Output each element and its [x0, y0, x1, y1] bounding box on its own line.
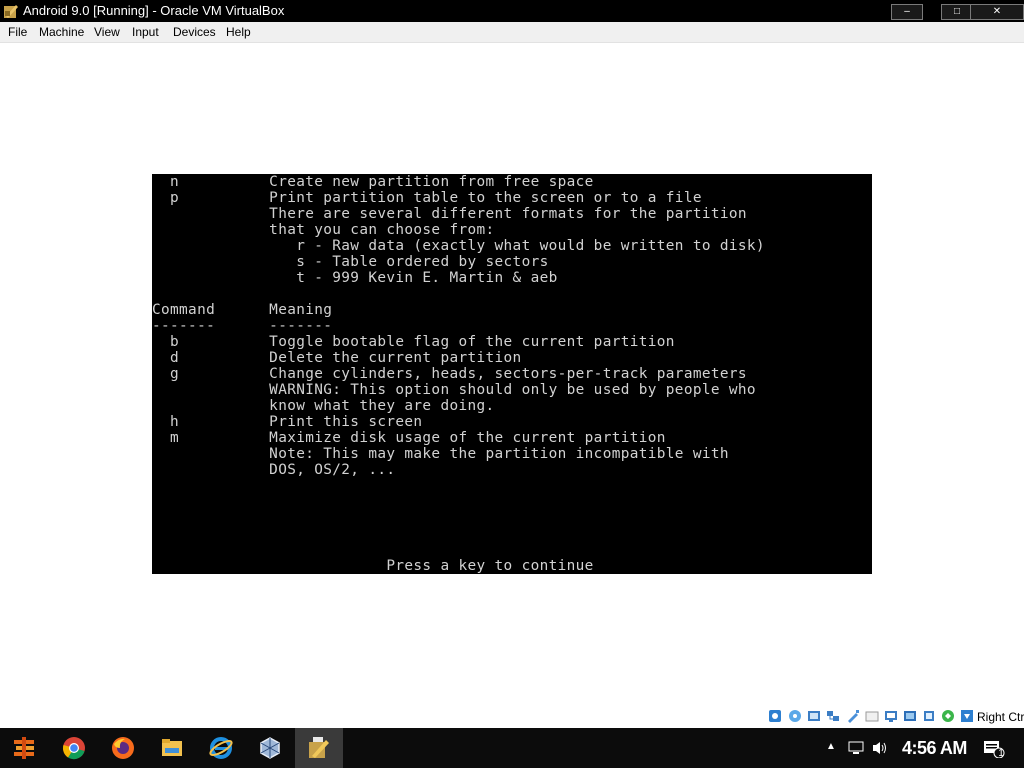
taskbar-virtualbox[interactable]: [246, 728, 294, 768]
shared-folders-icon[interactable]: [865, 709, 879, 723]
console-line: DOS, OS/2, ...: [152, 462, 396, 478]
volume-icon[interactable]: [871, 740, 889, 756]
taskbar-internet-explorer[interactable]: [197, 728, 245, 768]
network-tray-icon[interactable]: [848, 741, 864, 755]
console-line: r - Raw data (exactly what would be writ…: [152, 238, 765, 254]
menu-bar: File Machine View Input Devices Help: [0, 22, 1024, 43]
console-line: n Create new partition from free space: [152, 174, 594, 190]
virtualbox-vm-icon: [309, 737, 329, 758]
hard-disk-icon[interactable]: [768, 709, 782, 723]
console-line: p Print partition table to the screen or…: [152, 190, 702, 206]
menu-input[interactable]: Input: [132, 25, 159, 39]
taskbar: ▲ 1: [0, 728, 1024, 768]
keyboard-capture-icon[interactable]: [960, 709, 974, 723]
console-line: d Delete the current partition: [152, 350, 522, 366]
notification-count-badge: 1: [998, 748, 1004, 759]
virtualbox-app-icon: [4, 5, 18, 18]
cpu-icon[interactable]: [922, 709, 936, 723]
close-button[interactable]: ✕: [970, 4, 1024, 20]
title-bar: Android 9.0 [Running] - Oracle VM Virtua…: [0, 0, 1024, 22]
console-line: WARNING: This option should only be used…: [152, 382, 756, 398]
optical-drive-icon[interactable]: [788, 709, 802, 723]
start-icon: [14, 737, 34, 759]
maximize-button[interactable]: □: [941, 4, 973, 20]
menu-devices[interactable]: Devices: [173, 25, 216, 39]
start-button[interactable]: [0, 728, 48, 768]
internet-explorer-icon: [209, 737, 233, 759]
audio-icon[interactable]: [807, 709, 821, 723]
virtualbox-icon: [260, 737, 280, 759]
console-output: n Create new partition from free space p…: [152, 174, 765, 574]
console-line: h Print this screen: [152, 414, 423, 430]
console-line: t - 999 Kevin E. Martin & aeb: [152, 270, 558, 286]
chrome-icon: [62, 737, 85, 760]
console-line: that you can choose from:: [152, 222, 495, 238]
console-line: There are several different formats for …: [152, 206, 747, 222]
network-icon[interactable]: [826, 709, 840, 723]
menu-machine[interactable]: Machine: [39, 25, 84, 39]
vm-display[interactable]: n Create new partition from free space p…: [152, 174, 872, 574]
menu-file[interactable]: File: [8, 25, 27, 39]
menu-view[interactable]: View: [94, 25, 120, 39]
minimize-button[interactable]: –: [891, 4, 923, 20]
console-line: b Toggle bootable flag of the current pa…: [152, 334, 675, 350]
taskbar-virtualbox-vm[interactable]: [295, 728, 343, 768]
file-explorer-icon: [162, 739, 182, 756]
window-title: Android 9.0 [Running] - Oracle VM Virtua…: [23, 3, 285, 18]
display-icon[interactable]: [884, 709, 898, 723]
mouse-integration-icon[interactable]: [941, 709, 955, 723]
firefox-icon: [112, 737, 134, 759]
console-line: know what they are doing.: [152, 398, 495, 414]
console-line: Press a key to continue: [152, 558, 594, 574]
host-key-label: Right Ctrl: [977, 710, 1024, 724]
console-line: m Maximize disk usage of the current par…: [152, 430, 666, 446]
console-line: g Change cylinders, heads, sectors-per-t…: [152, 366, 747, 382]
video-capture-icon[interactable]: [903, 709, 917, 723]
taskbar-firefox[interactable]: [99, 728, 147, 768]
taskbar-file-explorer[interactable]: [148, 728, 196, 768]
menu-help[interactable]: Help: [226, 25, 251, 39]
console-line: ------- -------: [152, 318, 333, 334]
usb-icon[interactable]: [846, 709, 860, 723]
console-line: Command Meaning: [152, 302, 333, 318]
console-line: Note: This may make the partition incomp…: [152, 446, 729, 462]
taskbar-clock[interactable]: 4:56 AM: [902, 738, 967, 758]
vm-status-bar: Right Ctrl: [0, 706, 1024, 728]
taskbar-chrome[interactable]: [50, 728, 98, 768]
console-line: s - Table ordered by sectors: [152, 254, 549, 270]
tray-overflow-icon[interactable]: ▲: [826, 741, 836, 752]
